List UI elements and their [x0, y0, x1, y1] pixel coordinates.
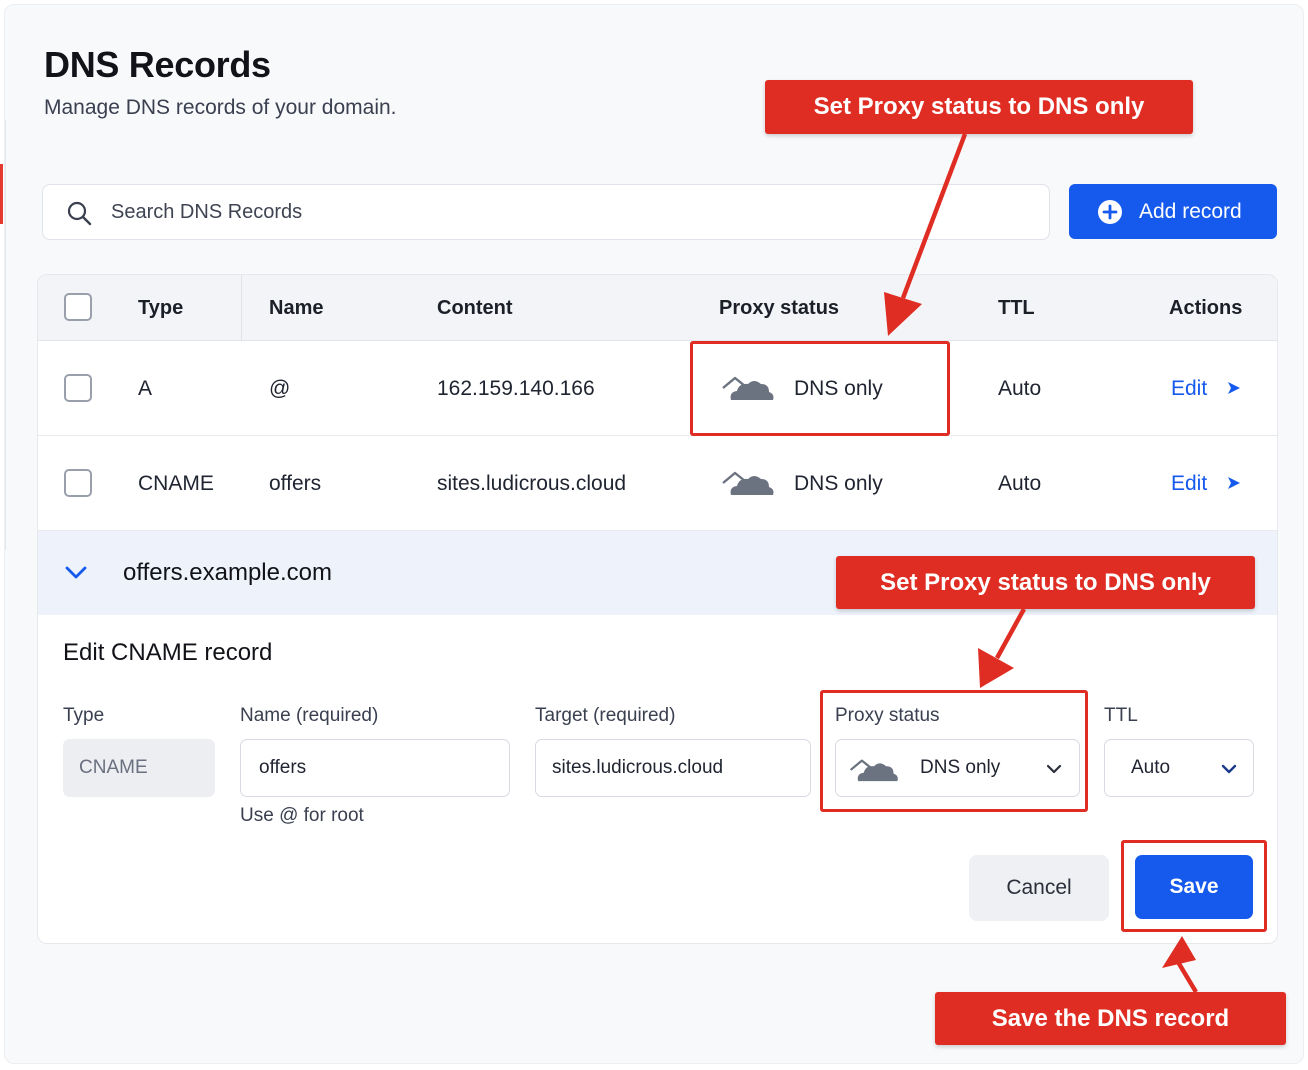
- table-row[interactable]: A @ 162.159.140.166 DNS only Auto Edit: [38, 341, 1277, 436]
- type-value: CNAME: [79, 757, 148, 778]
- target-field[interactable]: sites.ludicrous.cloud: [535, 739, 811, 797]
- name-label: Name (required): [240, 705, 379, 726]
- annotation-callout: Set Proxy status to DNS only: [836, 556, 1255, 609]
- column-header-actions: Actions: [1169, 297, 1243, 319]
- target-label: Target (required): [535, 705, 676, 726]
- page-subtitle: Manage DNS records of your domain.: [44, 96, 397, 119]
- column-header-proxy-status[interactable]: Proxy status: [719, 297, 839, 320]
- search-icon: [67, 201, 92, 226]
- name-hint: Use @ for root: [240, 805, 364, 826]
- arrow-right-icon[interactable]: [1227, 381, 1241, 395]
- table-row[interactable]: CNAME offers sites.ludicrous.cloud DNS o…: [38, 436, 1277, 531]
- arrow-right-icon[interactable]: [1227, 476, 1241, 490]
- edit-panel-title: Edit CNAME record: [63, 639, 273, 666]
- record-content: 162.159.140.166: [437, 377, 595, 400]
- add-record-label: Add record: [1139, 199, 1242, 223]
- add-record-button[interactable]: Add record: [1069, 184, 1277, 239]
- edit-record-link[interactable]: Edit: [1171, 472, 1207, 496]
- table-header: Type Name Content Proxy status TTL Actio…: [38, 275, 1277, 341]
- record-content: sites.ludicrous.cloud: [437, 472, 627, 495]
- name-field[interactable]: offers: [240, 739, 510, 797]
- page-title: DNS Records: [44, 44, 271, 85]
- column-header-ttl[interactable]: TTL: [998, 297, 1035, 320]
- row-checkbox[interactable]: [64, 469, 92, 497]
- expanded-hostname: offers.example.com: [123, 559, 332, 586]
- record-proxy-status: DNS only: [794, 472, 883, 495]
- column-header-name[interactable]: Name: [269, 297, 323, 320]
- edit-record-link[interactable]: Edit: [1171, 377, 1207, 401]
- row-checkbox[interactable]: [64, 374, 92, 402]
- dns-records-table: Type Name Content Proxy status TTL Actio…: [37, 274, 1278, 944]
- sidebar-divider: [5, 120, 6, 550]
- record-name: @: [269, 377, 291, 400]
- cloud-icon: [722, 471, 774, 495]
- header-divider: [241, 275, 242, 341]
- annotation-callout: Save the DNS record: [935, 992, 1286, 1045]
- type-label: Type: [63, 705, 105, 726]
- chevron-down-icon[interactable]: [64, 565, 88, 581]
- name-value: offers: [259, 757, 307, 778]
- search-box[interactable]: [42, 184, 1050, 240]
- column-header-type[interactable]: Type: [138, 297, 183, 320]
- chevron-down-icon: [1221, 764, 1237, 774]
- highlight-save-button: [1121, 840, 1267, 932]
- record-name: offers: [269, 472, 322, 495]
- target-value: sites.ludicrous.cloud: [552, 757, 724, 778]
- record-ttl: Auto: [998, 377, 1042, 400]
- ttl-value: Auto: [1131, 757, 1171, 778]
- highlight-proxy-select: [820, 690, 1088, 812]
- cancel-button[interactable]: Cancel: [969, 855, 1109, 921]
- edit-record-panel: Edit CNAME record Type CNAME Name (requi…: [38, 615, 1277, 943]
- record-type: CNAME: [138, 472, 214, 495]
- type-field: CNAME: [63, 739, 215, 797]
- highlight-proxy-row: [690, 341, 950, 436]
- sidebar-active-indicator: [0, 164, 3, 224]
- column-header-content[interactable]: Content: [437, 297, 513, 320]
- record-ttl: Auto: [998, 472, 1042, 495]
- search-input[interactable]: [111, 195, 1011, 229]
- select-all-checkbox[interactable]: [64, 293, 92, 321]
- ttl-select[interactable]: Auto: [1104, 739, 1254, 797]
- annotation-callout: Set Proxy status to DNS only: [765, 80, 1193, 134]
- record-type: A: [138, 377, 153, 400]
- ttl-label: TTL: [1104, 705, 1138, 726]
- plus-circle-icon: [1098, 199, 1122, 224]
